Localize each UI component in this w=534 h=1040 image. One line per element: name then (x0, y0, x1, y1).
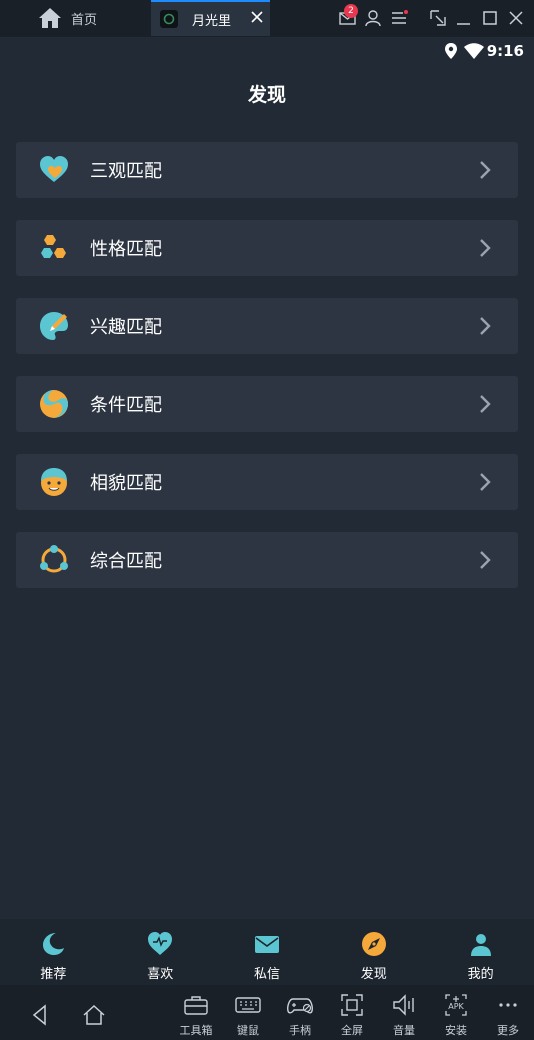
install-apk-button[interactable]: APK 安装 (430, 993, 482, 1038)
nav-likes[interactable]: 喜欢 (107, 919, 214, 985)
condition-match-label: 条件匹配 (90, 395, 162, 416)
appearance-match-item[interactable]: 相貌匹配 (16, 454, 518, 510)
nav-recommend[interactable]: 推荐 (0, 919, 107, 985)
interest-match-item[interactable]: 兴趣匹配 (16, 298, 518, 354)
keyboard-icon (235, 997, 261, 1013)
values-match-item[interactable]: 三观匹配 (16, 142, 518, 198)
home-icon (39, 8, 61, 28)
chevron-right-icon (480, 395, 491, 413)
app-tab-label: 月光里 (192, 13, 232, 29)
gamepad-label: 手柄 (289, 1024, 311, 1037)
page-title: 发现 (247, 84, 286, 106)
interest-match-label: 兴趣匹配 (90, 317, 162, 338)
notification-badge: 2 (344, 4, 358, 18)
overall-match-item[interactable]: 综合匹配 (16, 532, 518, 588)
gamepad-icon (287, 998, 313, 1014)
volume-button[interactable]: 音量 (378, 993, 430, 1038)
screenshot-icon[interactable] (428, 8, 448, 28)
emulator-toolbar: 工具箱 键鼠 手柄 全屏 音量 APK 安装 更多 (0, 985, 534, 1040)
minimize-icon[interactable] (454, 8, 474, 28)
palette-icon (40, 312, 68, 340)
chevron-right-icon (480, 239, 491, 257)
bottom-navigation: 推荐 喜欢 私信 发现 我的 (0, 919, 534, 985)
volume-icon (393, 994, 414, 1016)
personality-match-item[interactable]: 性格匹配 (16, 220, 518, 276)
back-icon[interactable] (28, 1003, 52, 1027)
nav-mine-label: 我的 (467, 967, 494, 982)
nav-discover[interactable]: 发现 (320, 919, 427, 985)
toolbox-button[interactable]: 工具箱 (170, 993, 222, 1038)
more-label: 更多 (497, 1024, 519, 1037)
install-label: 安装 (445, 1024, 467, 1037)
more-button[interactable]: 更多 (482, 993, 534, 1038)
face-icon (41, 468, 67, 496)
svg-text:APK: APK (448, 1002, 464, 1011)
status-bar: 9:16 (0, 37, 534, 65)
overall-match-label: 综合匹配 (90, 551, 162, 572)
wifi-icon (464, 43, 484, 59)
fullscreen-button[interactable]: 全屏 (326, 993, 378, 1038)
nav-messages[interactable]: 私信 (214, 919, 321, 985)
compass-icon (361, 932, 386, 956)
toolbox-label: 工具箱 (179, 1024, 213, 1037)
chevron-right-icon (480, 161, 491, 179)
chevron-right-icon (480, 473, 491, 491)
menu-icon[interactable] (390, 8, 410, 28)
fullscreen-label: 全屏 (341, 1024, 363, 1037)
keyboard-mouse-label: 键鼠 (237, 1024, 259, 1037)
heart-icon (148, 932, 173, 955)
heart-hand-icon (40, 156, 68, 182)
chevron-right-icon (480, 317, 491, 335)
more-icon (499, 1003, 517, 1007)
toolbox-icon (184, 996, 208, 1015)
home-tab-label: 首页 (71, 12, 98, 28)
person-icon (470, 934, 491, 956)
nav-mine[interactable]: 我的 (427, 919, 534, 985)
home-tab[interactable]: 首页 (28, 0, 148, 36)
gamepad-button[interactable]: 手柄 (274, 993, 326, 1038)
values-match-label: 三观匹配 (90, 161, 162, 182)
appearance-match-label: 相貌匹配 (90, 473, 162, 494)
nav-recommend-label: 推荐 (40, 967, 67, 982)
nav-discover-label: 发现 (360, 967, 387, 982)
volume-label: 音量 (393, 1024, 415, 1037)
keyboard-mouse-button[interactable]: 键鼠 (222, 993, 274, 1038)
chevron-right-icon (480, 551, 491, 569)
location-icon (445, 43, 457, 59)
emulator-title-bar: 首页 月光里 2 (0, 0, 534, 37)
mail-icon (254, 936, 279, 953)
condition-match-item[interactable]: 条件匹配 (16, 376, 518, 432)
app-logo-icon (160, 10, 178, 28)
nav-likes-label: 喜欢 (147, 967, 174, 982)
close-tab-icon[interactable] (250, 10, 264, 24)
hexagons-icon (41, 235, 66, 258)
android-home-icon[interactable] (82, 1003, 106, 1027)
group-circle-icon (40, 545, 68, 573)
close-window-icon[interactable] (506, 8, 526, 28)
status-time: 9:16 (486, 42, 524, 60)
app-tab[interactable]: 月光里 (151, 0, 270, 36)
nav-messages-label: 私信 (253, 967, 280, 982)
swirl-icon (40, 390, 68, 418)
fullscreen-icon (341, 994, 363, 1016)
apk-icon: APK (445, 994, 467, 1016)
personality-match-label: 性格匹配 (90, 239, 162, 260)
match-list: 三观匹配 性格匹配 兴趣匹配 条件匹配 相貌匹配 综合匹配 (16, 142, 518, 610)
maximize-icon[interactable] (480, 8, 500, 28)
account-icon[interactable] (363, 8, 383, 28)
moon-icon (43, 933, 65, 955)
